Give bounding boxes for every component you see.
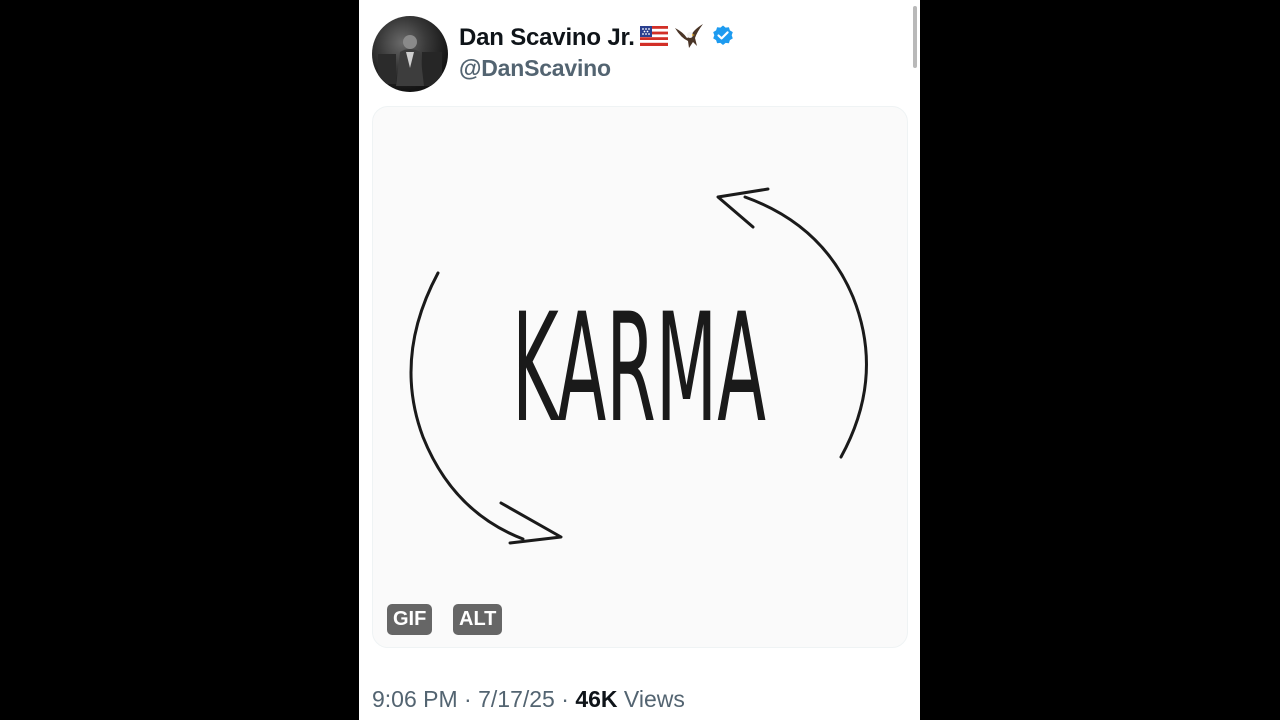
gif-badge: GIF <box>387 604 433 635</box>
tweet-date[interactable]: 7/17/25 <box>478 686 555 712</box>
video-frame: Dan Scavino Jr. @DanScavino KARMA GIF AL… <box>0 0 1280 720</box>
avatar[interactable] <box>372 16 448 92</box>
karma-text: KARMA <box>512 282 766 456</box>
scrollbar[interactable] <box>913 6 917 68</box>
tweet-panel: Dan Scavino Jr. @DanScavino KARMA GIF AL… <box>359 0 920 720</box>
tweet-time[interactable]: 9:06 PM <box>372 686 458 712</box>
views-count[interactable]: 46K <box>575 686 617 712</box>
display-name[interactable]: Dan Scavino Jr. <box>459 24 635 52</box>
display-name-row: Dan Scavino Jr. <box>459 23 735 53</box>
handle[interactable]: @DanScavino <box>459 55 735 82</box>
meta-separator: · <box>561 686 569 712</box>
us-flag-icon <box>639 25 668 51</box>
meta-separator: · <box>464 686 472 712</box>
tweet-header: Dan Scavino Jr. @DanScavino <box>372 16 892 94</box>
eagle-icon <box>673 22 705 55</box>
tweet-meta: 9:06 PM · 7/17/25 · 46K Views <box>372 686 685 713</box>
author-names: Dan Scavino Jr. @DanScavino <box>459 23 735 82</box>
verified-badge-icon <box>711 24 735 53</box>
tweet-media-gif[interactable]: KARMA GIF ALT <box>372 106 908 648</box>
alt-badge[interactable]: ALT <box>453 604 503 635</box>
views-label: Views <box>623 686 685 712</box>
karma-drawing: KARMA <box>409 187 868 545</box>
